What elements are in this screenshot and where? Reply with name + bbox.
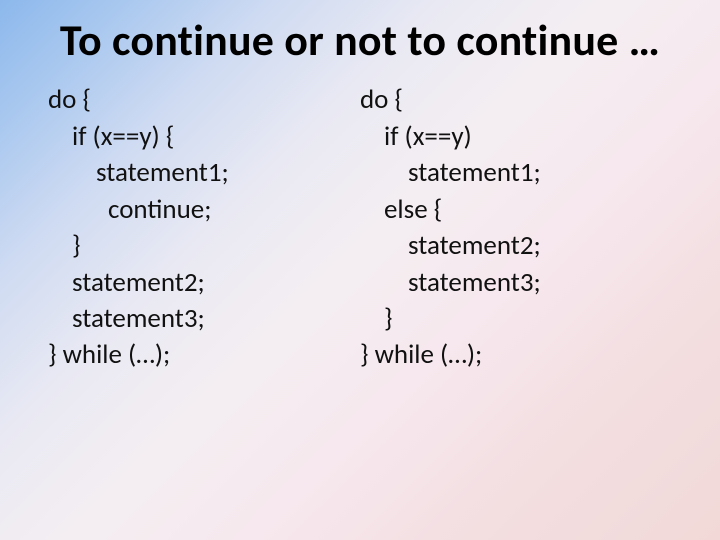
code-line: statement3;	[360, 265, 672, 301]
code-line: statement1;	[48, 155, 360, 191]
code-line: } while (…);	[48, 337, 360, 373]
slide: To continue or not to continue … do { if…	[0, 0, 720, 540]
code-line: continue;	[48, 192, 360, 228]
code-columns: do { if (x==y) { statement1; continue; }…	[48, 82, 672, 374]
code-line: statement1;	[360, 155, 672, 191]
right-code-column: do { if (x==y) statement1; else { statem…	[360, 82, 672, 374]
code-line: if (x==y) {	[48, 119, 360, 155]
slide-title: To continue or not to continue …	[48, 16, 672, 64]
code-line: }	[360, 301, 672, 337]
code-line: if (x==y)	[360, 119, 672, 155]
code-line: statement2;	[48, 265, 360, 301]
left-code-column: do { if (x==y) { statement1; continue; }…	[48, 82, 360, 374]
code-line: statement2;	[360, 228, 672, 264]
code-line: }	[48, 228, 360, 264]
code-line: do {	[360, 82, 672, 118]
code-line: statement3;	[48, 301, 360, 337]
code-line: do {	[48, 82, 360, 118]
code-line: else {	[360, 192, 672, 228]
code-line: } while (…);	[360, 337, 672, 373]
